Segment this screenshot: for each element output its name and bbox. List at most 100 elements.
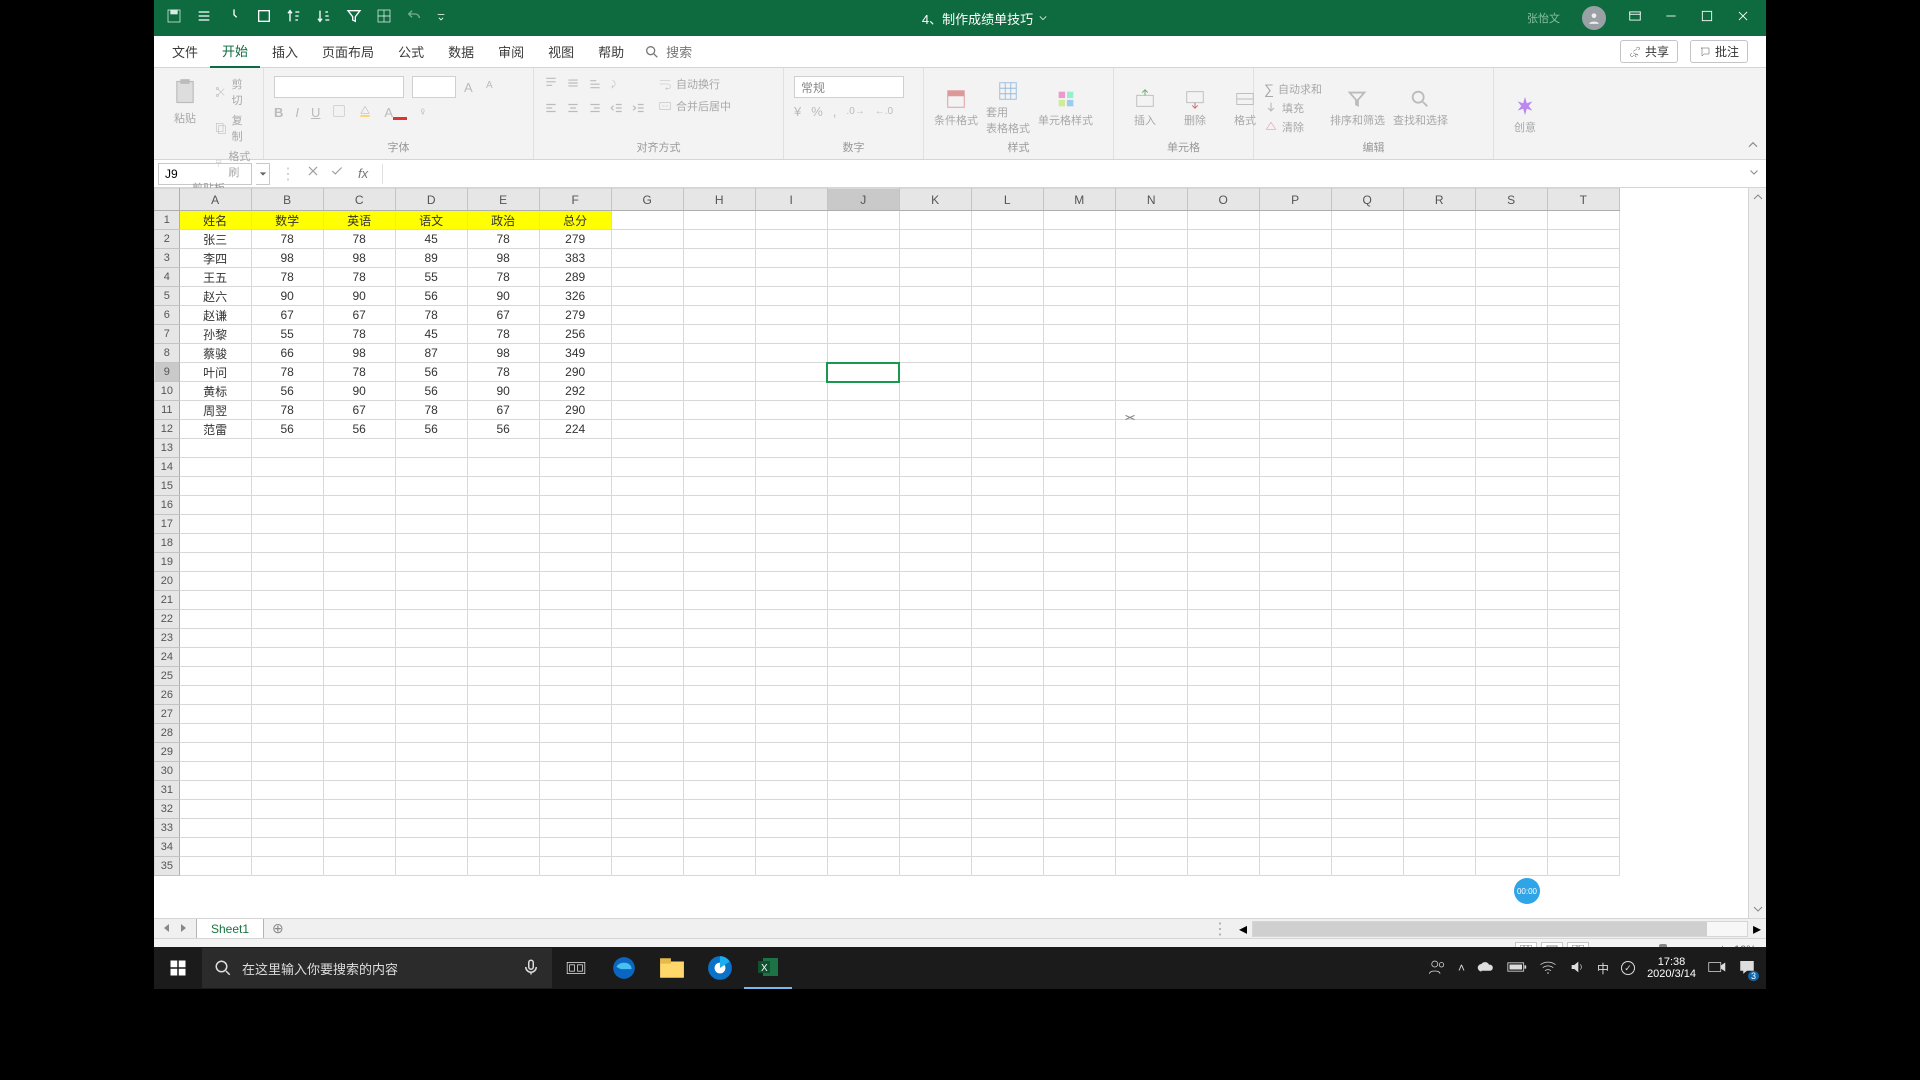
cell[interactable] bbox=[1115, 306, 1187, 325]
column-header[interactable]: A bbox=[179, 189, 251, 211]
cell[interactable] bbox=[467, 648, 539, 667]
cell[interactable] bbox=[1475, 344, 1547, 363]
cell[interactable] bbox=[1403, 572, 1475, 591]
cell[interactable] bbox=[1115, 325, 1187, 344]
cell[interactable] bbox=[1403, 287, 1475, 306]
tray-expand-icon[interactable]: ˄ bbox=[1458, 961, 1465, 975]
cell[interactable] bbox=[1403, 610, 1475, 629]
cell[interactable] bbox=[683, 686, 755, 705]
cell[interactable] bbox=[683, 401, 755, 420]
cell[interactable] bbox=[1547, 287, 1619, 306]
cell[interactable] bbox=[1115, 287, 1187, 306]
column-header[interactable]: Q bbox=[1331, 189, 1403, 211]
ribbon-tab-公式[interactable]: 公式 bbox=[386, 36, 436, 68]
cell[interactable] bbox=[827, 857, 899, 876]
italic-button[interactable]: I bbox=[295, 105, 299, 120]
cell[interactable] bbox=[755, 515, 827, 534]
cell[interactable]: 范雷 bbox=[179, 420, 251, 439]
cell[interactable] bbox=[971, 458, 1043, 477]
cell[interactable]: 政治 bbox=[467, 211, 539, 230]
cell[interactable] bbox=[1115, 819, 1187, 838]
cell[interactable] bbox=[1187, 781, 1259, 800]
cell[interactable] bbox=[1187, 325, 1259, 344]
cell[interactable] bbox=[179, 477, 251, 496]
cell[interactable] bbox=[899, 838, 971, 857]
cell[interactable] bbox=[1403, 819, 1475, 838]
cell[interactable] bbox=[683, 743, 755, 762]
cell[interactable] bbox=[179, 819, 251, 838]
cell[interactable] bbox=[179, 800, 251, 819]
cell[interactable]: 55 bbox=[395, 268, 467, 287]
column-header[interactable]: N bbox=[1115, 189, 1187, 211]
cell[interactable] bbox=[1259, 439, 1331, 458]
cell[interactable] bbox=[395, 686, 467, 705]
cell[interactable] bbox=[755, 553, 827, 572]
cell[interactable] bbox=[899, 268, 971, 287]
cell[interactable] bbox=[1547, 724, 1619, 743]
ime-option-icon[interactable]: ✓ bbox=[1621, 961, 1635, 975]
cell[interactable] bbox=[179, 667, 251, 686]
cell[interactable] bbox=[1403, 705, 1475, 724]
cell[interactable] bbox=[1115, 249, 1187, 268]
cell[interactable] bbox=[971, 401, 1043, 420]
cell[interactable] bbox=[1043, 515, 1115, 534]
cell[interactable] bbox=[251, 439, 323, 458]
cell[interactable]: 66 bbox=[251, 344, 323, 363]
cell[interactable] bbox=[1187, 420, 1259, 439]
phonetic-button[interactable]: ṽ bbox=[419, 104, 433, 121]
avatar[interactable] bbox=[1582, 6, 1606, 30]
cell[interactable] bbox=[395, 477, 467, 496]
cell[interactable] bbox=[1259, 781, 1331, 800]
minimize-icon[interactable] bbox=[1664, 9, 1678, 28]
row-header[interactable]: 15 bbox=[155, 477, 180, 496]
cell[interactable]: 孙黎 bbox=[179, 325, 251, 344]
cell[interactable] bbox=[395, 553, 467, 572]
cell[interactable] bbox=[683, 515, 755, 534]
cell[interactable] bbox=[827, 553, 899, 572]
cell[interactable]: 90 bbox=[323, 287, 395, 306]
cell[interactable] bbox=[1331, 648, 1403, 667]
cell[interactable] bbox=[755, 230, 827, 249]
cell[interactable] bbox=[1115, 553, 1187, 572]
cell[interactable] bbox=[1475, 686, 1547, 705]
cell[interactable] bbox=[251, 705, 323, 724]
cell[interactable] bbox=[1403, 667, 1475, 686]
cell[interactable] bbox=[323, 648, 395, 667]
cell[interactable] bbox=[1403, 458, 1475, 477]
cell[interactable] bbox=[1331, 477, 1403, 496]
cell[interactable] bbox=[971, 705, 1043, 724]
cell[interactable] bbox=[899, 420, 971, 439]
cell[interactable] bbox=[1475, 420, 1547, 439]
cell[interactable] bbox=[251, 686, 323, 705]
cell[interactable] bbox=[1331, 572, 1403, 591]
cell[interactable] bbox=[467, 591, 539, 610]
taskbar-clock[interactable]: 17:382020/3/14 bbox=[1647, 956, 1696, 980]
cell[interactable] bbox=[683, 800, 755, 819]
cell[interactable] bbox=[323, 534, 395, 553]
delete-cells-button[interactable]: 删除 bbox=[1174, 88, 1216, 128]
cell[interactable] bbox=[1043, 591, 1115, 610]
cell[interactable] bbox=[827, 534, 899, 553]
cell[interactable] bbox=[899, 287, 971, 306]
cell[interactable] bbox=[539, 800, 611, 819]
cell[interactable] bbox=[1259, 762, 1331, 781]
cell[interactable] bbox=[1187, 553, 1259, 572]
cell[interactable]: 290 bbox=[539, 401, 611, 420]
cell[interactable] bbox=[1187, 268, 1259, 287]
cell[interactable] bbox=[1043, 382, 1115, 401]
undo-icon[interactable] bbox=[406, 8, 422, 29]
cell[interactable] bbox=[1043, 477, 1115, 496]
cell[interactable] bbox=[1187, 838, 1259, 857]
cell[interactable] bbox=[827, 458, 899, 477]
cell[interactable] bbox=[1043, 439, 1115, 458]
cell[interactable]: 蔡骏 bbox=[179, 344, 251, 363]
cell[interactable] bbox=[611, 249, 683, 268]
cell[interactable] bbox=[971, 800, 1043, 819]
cell[interactable] bbox=[323, 553, 395, 572]
row-header[interactable]: 33 bbox=[155, 819, 180, 838]
cell[interactable] bbox=[1403, 477, 1475, 496]
prev-sheet-icon[interactable] bbox=[162, 920, 172, 938]
row-header[interactable]: 13 bbox=[155, 439, 180, 458]
cell[interactable] bbox=[1115, 610, 1187, 629]
cell[interactable] bbox=[395, 724, 467, 743]
